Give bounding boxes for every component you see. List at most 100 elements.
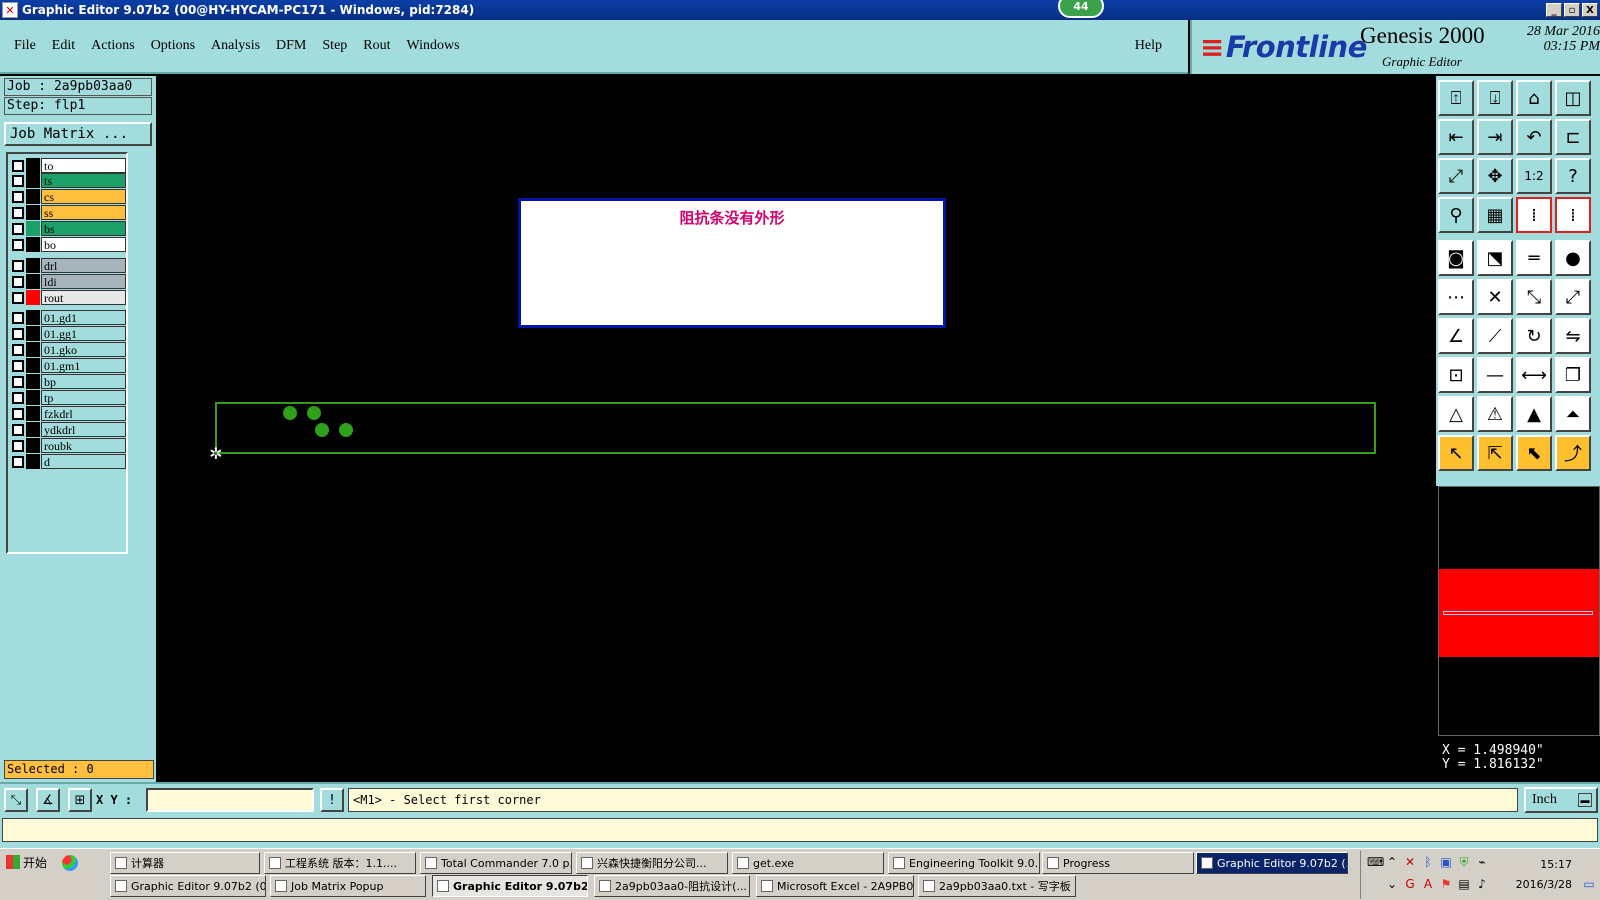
menu-help[interactable]: Help [1135,38,1162,54]
layer-name[interactable]: roubk [41,438,126,453]
taskbar-button[interactable]: Progress [1042,852,1194,874]
layer-status[interactable] [26,237,40,252]
start-button[interactable]: 开始 [2,851,52,873]
chevron-down-icon[interactable]: ⌄ [1385,877,1399,891]
add-pad-icon[interactable]: ⊡ [1438,357,1474,393]
layer-row-to[interactable]: to [10,158,126,173]
menu-options[interactable]: Options [143,38,203,54]
close-button[interactable]: X [1582,3,1598,17]
layer-name[interactable]: ydkdrl [41,422,126,437]
app-g-icon[interactable]: G [1403,877,1417,891]
xy-input[interactable] [146,788,314,812]
layer-name[interactable]: fzkdrl [41,406,126,421]
overview-window[interactable] [1438,486,1600,736]
layer-checkbox[interactable] [12,174,24,187]
warn3-icon[interactable]: ▲ [1516,396,1552,432]
layer-status[interactable] [26,374,40,389]
move-node-icon[interactable]: ⤡ [1516,279,1552,315]
layer-name[interactable]: ts [41,173,126,188]
layer-checkbox[interactable] [12,159,24,172]
layer-name[interactable]: drl [41,258,126,273]
add-line-icon[interactable]: ∠ [1438,318,1474,354]
measure-icon[interactable]: ∡ [36,788,60,812]
grid-toggle-icon[interactable]: ▦ [1477,197,1513,233]
layer-name[interactable]: 01.gd1 [41,310,126,325]
desktop-icon[interactable]: ▭ [1582,877,1596,891]
taskbar-button[interactable]: 2a9pb03aa0.txt - 写字板 [918,875,1076,897]
warn-icon[interactable]: △ [1438,396,1474,432]
bluetooth-icon[interactable]: ᛒ [1421,855,1435,869]
layer-checkbox[interactable] [12,206,24,219]
layer-name[interactable]: d [41,454,126,469]
power-icon[interactable]: ⌁ [1475,855,1489,869]
layer-status[interactable] [26,221,40,236]
layer-name[interactable]: rout [41,290,126,305]
wire-icon[interactable]: ⚲ [1438,197,1474,233]
connect-icon[interactable]: ⋯ [1438,279,1474,315]
warn2-icon[interactable]: ⚠ [1477,396,1513,432]
split-view-icon[interactable]: ◫ [1555,80,1591,116]
layer-row-ss[interactable]: ss [10,205,126,220]
layer-checkbox[interactable] [12,259,24,272]
menu-analysis[interactable]: Analysis [203,38,268,54]
job-matrix-button[interactable]: Job Matrix ... [4,122,152,146]
zoom-fit-icon[interactable]: ⤢ [1438,158,1474,194]
slash-icon[interactable]: ⟋ [1477,318,1513,354]
layer-name[interactable]: ldi [41,274,126,289]
layer-checkbox[interactable] [12,455,24,468]
layer-name[interactable]: bo [41,237,126,252]
grid-icon[interactable]: ⊞ [68,788,92,812]
zoom-in-icon[interactable]: ✥ [1477,158,1513,194]
layer-status[interactable] [26,205,40,220]
layer-status[interactable] [26,390,40,405]
layer-row-d[interactable]: d [10,454,126,469]
pad[interactable] [307,406,321,420]
warn4-icon[interactable]: ⏶ [1555,396,1591,432]
notification-badge[interactable]: 44 [1058,0,1104,18]
layer-row-01-gg1[interactable]: 01.gg1 [10,326,126,341]
layer-status[interactable] [26,438,40,453]
keyboard-icon[interactable]: ⌨ [1367,855,1384,869]
layer-status[interactable] [26,290,40,305]
layer-row-fzkdrl[interactable]: fzkdrl [10,406,126,421]
layer-name[interactable]: 01.gko [41,342,126,357]
up-arrow-icon[interactable]: ⌃ [1385,855,1399,869]
menu-edit[interactable]: Edit [44,38,83,54]
network-icon[interactable]: ▤ [1457,877,1471,891]
clock[interactable]: 15:17 2016/3/28 [1516,855,1572,895]
layer-status[interactable] [26,326,40,341]
pan-right-icon[interactable]: ⇥ [1477,119,1513,155]
layer-status[interactable] [26,358,40,373]
copy-icon[interactable]: ❐ [1555,357,1591,393]
layer-row-bo[interactable]: bo [10,237,126,252]
restore-button[interactable]: ▫ [1564,3,1580,17]
volume-icon[interactable]: ♪ [1475,877,1489,891]
layer-row-cs[interactable]: cs [10,189,126,204]
tool-x-icon[interactable]: ✕ [1403,855,1417,869]
units-select[interactable]: Inch ▬ [1524,787,1598,813]
impedance-strip-outline[interactable] [215,402,1376,454]
layer-checkbox[interactable] [12,190,24,203]
taskbar-button[interactable]: Job Matrix Popup [270,875,426,897]
layer-checkbox[interactable] [12,238,24,251]
layer-checkbox[interactable] [12,222,24,235]
layer-checkbox[interactable] [12,291,24,304]
pan-left-icon[interactable]: ⇤ [1438,119,1474,155]
ruler-icon[interactable]: ═ [1516,240,1552,276]
layer-status[interactable] [26,173,40,188]
snap-icon[interactable]: ⊏ [1555,119,1591,155]
layer-checkbox[interactable] [12,275,24,288]
layer-status[interactable] [26,454,40,469]
taskbar-button[interactable]: Engineering Toolkit 9.0... [888,852,1040,874]
select-icon[interactable]: ↖ [1438,435,1474,471]
layer-row-bp[interactable]: bp [10,374,126,389]
layer-name[interactable]: ss [41,205,126,220]
camera-icon[interactable]: ◙ [1438,240,1474,276]
layer-status[interactable] [26,258,40,273]
layer-checkbox[interactable] [12,359,24,372]
layer-name[interactable]: bs [41,221,126,236]
arc-icon[interactable]: ↻ [1516,318,1552,354]
layer-status[interactable] [26,189,40,204]
layer-checkbox[interactable] [12,439,24,452]
layer-row-ydkdrl[interactable]: ydkdrl [10,422,126,437]
